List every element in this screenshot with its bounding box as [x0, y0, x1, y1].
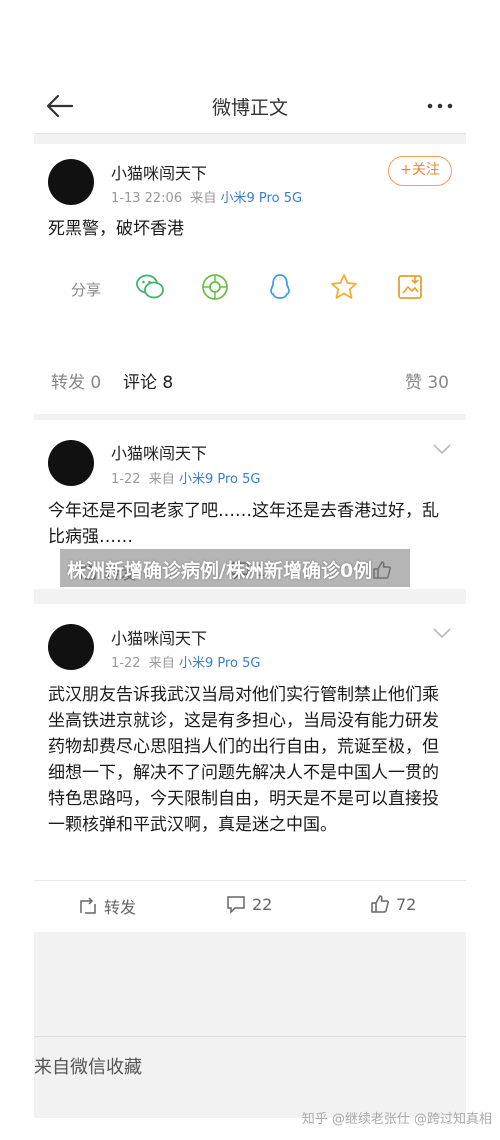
comment-source[interactable]: 小米9 Pro 5G [179, 472, 261, 487]
post-meta: 1-13 22:06 来自 小米9 Pro 5G [111, 187, 302, 206]
post-text: 死黑警，破坏香港 [48, 219, 184, 239]
comment-username[interactable]: 小猫咪闯天下 [111, 625, 207, 649]
comment-time: 1-22 [111, 656, 141, 671]
post-source[interactable]: 小米9 Pro 5G [221, 191, 303, 206]
comment-count: 22 [252, 894, 273, 914]
source-prefix: 来自 [148, 656, 175, 671]
post-card: 小猫咪闯天下 1-13 22:06 来自 小米9 Pro 5G +关注 死黑警，… [34, 144, 466, 344]
save-image-icon[interactable] [395, 272, 425, 302]
comment-meta: 1-22 来自 小米9 Pro 5G [111, 652, 260, 671]
stats-bar: 转发 0 评论 8 赞 30 [34, 344, 466, 414]
follow-button[interactable]: +关注 [388, 156, 452, 186]
avatar[interactable] [48, 440, 94, 486]
avatar[interactable] [48, 624, 94, 670]
comment-tab[interactable]: 评论 8 [123, 368, 173, 393]
like-tab[interactable]: 赞 30 [405, 368, 449, 393]
phone-screen: 微博正文 小猫咪闯天下 1-13 22:06 来自 小米9 Pro 5G +关注… [34, 78, 466, 1118]
source-prefix: 来自 [190, 191, 217, 206]
comment-text: 今年还是不回老家了吧……这年还是去香港过好，乱比病强…… [48, 501, 439, 547]
like-icon [371, 895, 389, 913]
nav-bar: 微博正文 [34, 78, 466, 134]
repost-tab[interactable]: 转发 0 [51, 368, 101, 393]
repost-icon [80, 897, 96, 914]
wechat-icon[interactable] [135, 272, 165, 302]
divider [34, 880, 466, 881]
comment-card: 小猫咪闯天下 1-22 来自 小米9 Pro 5G 武汉朋友告诉我武汉当局对他们… [34, 604, 466, 932]
qq-icon[interactable] [265, 272, 295, 302]
like-count: 72 [396, 894, 417, 914]
repost-action[interactable]: 转发 [78, 894, 136, 918]
comment-time: 1-22 [111, 472, 141, 487]
post-username[interactable]: 小猫咪闯天下 [111, 160, 207, 184]
repost-label: 转发 [104, 898, 137, 917]
watermark: 知乎 @继续老张仕 @跨过知真相 [301, 1112, 492, 1127]
source-prefix: 来自 [148, 472, 175, 487]
moments-icon[interactable] [200, 272, 230, 302]
like-action[interactable]: 72 [370, 894, 416, 914]
favorite-star-icon[interactable] [329, 272, 359, 302]
avatar[interactable] [48, 159, 94, 205]
share-label: 分享 [71, 281, 102, 299]
comment-source[interactable]: 小米9 Pro 5G [179, 656, 261, 671]
footer-label: 来自微信收藏 [34, 1057, 142, 1078]
post-time: 1-13 22:06 [111, 191, 183, 206]
page-title: 微博正文 [211, 97, 288, 119]
comment-text: 武汉朋友告诉我武汉当局对他们实行管制禁止他们乘坐高铁进京就诊，这是有多担心，当局… [48, 685, 439, 835]
headline-text: 株洲新增确诊病例/株洲新增确诊0例 [67, 560, 373, 582]
chevron-down-icon[interactable] [432, 626, 452, 640]
divider [34, 1036, 466, 1037]
comment-username[interactable]: 小猫咪闯天下 [111, 440, 207, 464]
comment-action[interactable]: 22 [226, 894, 272, 914]
comment-icon [227, 896, 245, 914]
more-options-icon[interactable] [424, 92, 456, 120]
chevron-down-icon[interactable] [432, 442, 452, 456]
comment-meta: 1-22 来自 小米9 Pro 5G [111, 468, 260, 487]
